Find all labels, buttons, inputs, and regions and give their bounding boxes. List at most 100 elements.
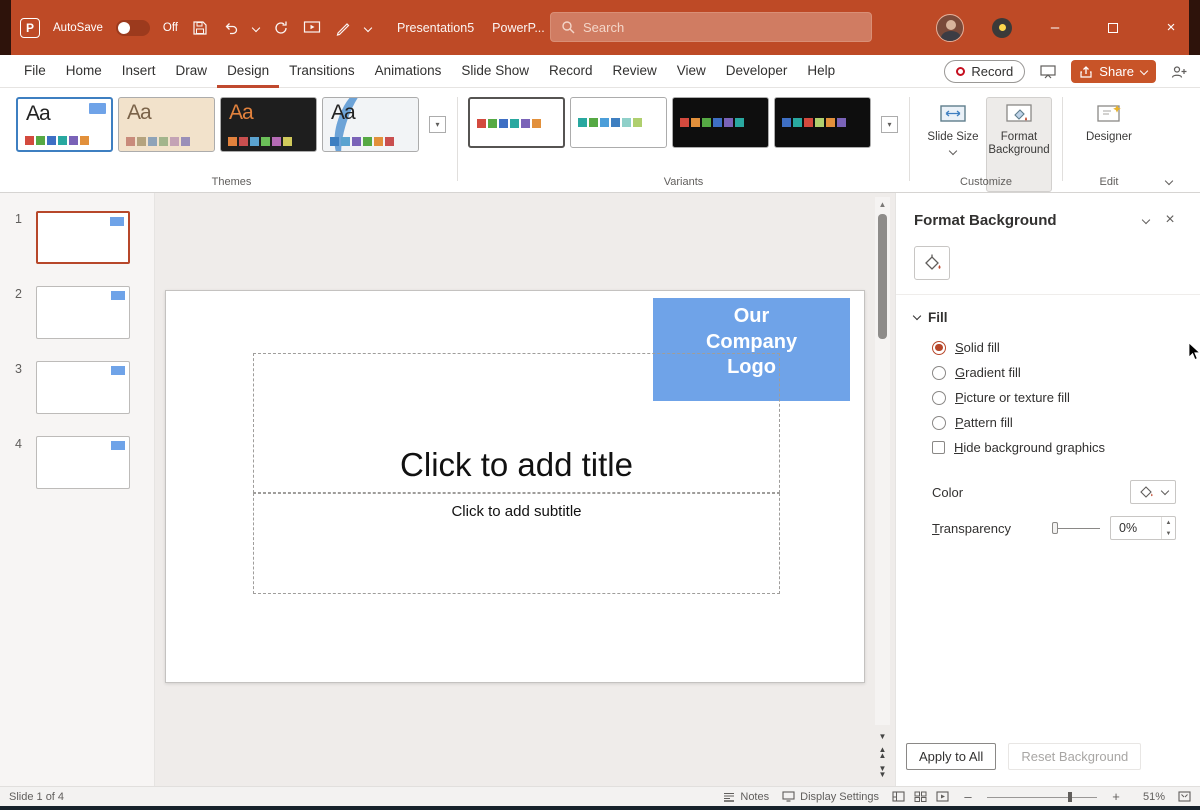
slide-thumbnail-3[interactable]: 3 <box>0 361 154 414</box>
record-button[interactable]: Record <box>944 60 1026 83</box>
tab-transitions[interactable]: Transitions <box>279 55 365 88</box>
share-button[interactable]: Share <box>1071 60 1156 83</box>
minimize-button[interactable]: – <box>1040 13 1070 43</box>
theme-card-4[interactable]: Aa <box>322 97 419 152</box>
tab-insert[interactable]: Insert <box>112 55 166 88</box>
slide-nav-buttons: ▼ ▲ ▲ ▼ ▼ <box>875 733 890 779</box>
variant-card-3[interactable] <box>672 97 769 148</box>
thumbnail-preview[interactable] <box>36 361 130 414</box>
slideshow-view-button[interactable] <box>936 791 949 802</box>
zoom-level[interactable]: 51% <box>1135 791 1165 803</box>
thumbnail-preview[interactable] <box>36 211 130 264</box>
variant-card-4[interactable] <box>774 97 871 148</box>
thumbnail-preview[interactable] <box>36 286 130 339</box>
collapse-ribbon-chevron-icon[interactable] <box>1164 176 1174 186</box>
radio-gradient-fill[interactable] <box>932 365 946 380</box>
user-avatar[interactable] <box>936 13 964 42</box>
previous-slide-button[interactable]: ▲ ▲ <box>879 746 887 760</box>
search-input[interactable] <box>583 19 861 35</box>
subtitle-placeholder-text: Click to add subtitle <box>451 503 582 520</box>
save-icon[interactable] <box>191 19 209 37</box>
tab-developer[interactable]: Developer <box>716 55 798 88</box>
slide-sorter-view-button[interactable] <box>914 791 927 802</box>
gradient-fill-option[interactable]: Gradient fill <box>932 360 1182 385</box>
tab-draw[interactable]: Draw <box>166 55 218 88</box>
title-placeholder[interactable]: Click to add title <box>253 353 780 493</box>
slide-thumbnail-4[interactable]: 4 <box>0 436 154 489</box>
hide-graphics-checkbox[interactable] <box>932 441 945 454</box>
scrollbar-thumb[interactable] <box>878 214 887 339</box>
zoom-slider[interactable] <box>987 791 1097 803</box>
slide-thumbnail-1[interactable]: 1 <box>0 211 154 264</box>
thumbnail-preview[interactable] <box>36 436 130 489</box>
pattern-fill-option[interactable]: Pattern fill <box>932 410 1182 435</box>
add-people-icon[interactable] <box>1168 61 1190 83</box>
next-slide-button[interactable]: ▼ ▼ <box>879 765 887 779</box>
zoom-in-button[interactable]: + <box>1110 789 1122 804</box>
tab-review[interactable]: Review <box>603 55 667 88</box>
vertical-scrollbar[interactable]: ▲ <box>875 197 890 725</box>
tab-view[interactable]: View <box>667 55 716 88</box>
tab-design[interactable]: Design <box>217 55 280 88</box>
tab-slide-show[interactable]: Slide Show <box>451 55 539 88</box>
redo-icon[interactable] <box>272 19 290 37</box>
notes-toggle[interactable]: Notes <box>723 791 769 803</box>
spin-up-icon[interactable]: ▲ <box>1162 517 1175 528</box>
undo-icon[interactable] <box>222 19 240 37</box>
coming-soon-lightbulb-icon[interactable] <box>992 17 1012 38</box>
themes-gallery-more-button[interactable]: ▾ <box>429 116 446 133</box>
tab-file[interactable]: File <box>14 55 56 88</box>
share-dropdown-chevron-icon[interactable] <box>1139 66 1149 75</box>
edit-group-label: Edit <box>1099 176 1119 188</box>
customize-group: Slide Size Format Background Customize <box>920 97 1052 192</box>
powerpoint-app-icon[interactable]: P <box>20 17 40 38</box>
autosave-toggle[interactable] <box>115 19 150 36</box>
variant-card-1[interactable] <box>468 97 565 148</box>
maximize-button[interactable] <box>1098 13 1128 43</box>
tab-record[interactable]: Record <box>539 55 603 88</box>
fit-slide-to-window-button[interactable] <box>1178 791 1191 802</box>
theme-card-3[interactable]: Aa <box>220 97 317 152</box>
solid-fill-option[interactable]: Solid fill <box>932 335 1182 360</box>
search-box[interactable] <box>550 12 872 42</box>
fill-section-header[interactable]: Fill <box>912 310 1182 325</box>
tab-animations[interactable]: Animations <box>365 55 452 88</box>
picture-texture-fill-option[interactable]: Picture or texture fill <box>932 385 1182 410</box>
pane-close-icon[interactable]: × <box>1158 208 1182 232</box>
tab-home[interactable]: Home <box>56 55 112 88</box>
slide-thumbnail-2[interactable]: 2 <box>0 286 154 339</box>
pen-icon[interactable] <box>334 19 352 37</box>
pane-options-chevron-icon[interactable] <box>1134 208 1158 232</box>
transparency-slider[interactable] <box>1052 522 1100 534</box>
variants-gallery-more-button[interactable]: ▾ <box>881 116 898 133</box>
radio-pattern-fill[interactable] <box>932 415 946 430</box>
slider-handle[interactable] <box>1052 522 1058 534</box>
tab-help[interactable]: Help <box>797 55 845 88</box>
hide-background-graphics-option[interactable]: Hide background graphics <box>932 435 1182 460</box>
slide-canvas[interactable]: Our Company Logo Click to add title Clic… <box>165 290 865 683</box>
radio-solid-fill[interactable] <box>932 340 946 355</box>
reset-background-button[interactable]: Reset Background <box>1008 743 1142 770</box>
scroll-down-arrow-icon[interactable]: ▼ <box>879 733 887 741</box>
color-picker-button[interactable] <box>1130 480 1176 504</box>
theme-card-office[interactable]: Aa <box>16 97 113 152</box>
variant-card-2[interactable] <box>570 97 667 148</box>
zoom-handle[interactable] <box>1068 791 1073 802</box>
scroll-up-arrow-icon[interactable]: ▲ <box>879 197 887 212</box>
undo-dropdown-chevron-icon[interactable] <box>251 23 261 32</box>
display-settings-button[interactable]: Display Settings <box>782 791 879 803</box>
subtitle-placeholder[interactable]: Click to add subtitle <box>253 493 780 594</box>
normal-view-button[interactable] <box>892 791 905 802</box>
quick-access-more-chevron-icon[interactable] <box>363 23 373 32</box>
spin-down-icon[interactable]: ▼ <box>1162 528 1175 539</box>
start-slideshow-icon[interactable] <box>303 19 321 37</box>
transparency-spinbox[interactable]: 0% ▲ ▼ <box>1110 516 1176 540</box>
fill-bucket-tab[interactable] <box>914 246 950 280</box>
zoom-out-button[interactable]: – <box>962 789 974 804</box>
slide-editor-area: Our Company Logo Click to add title Clic… <box>155 193 895 786</box>
radio-picture-fill[interactable] <box>932 390 946 405</box>
theme-card-2[interactable]: Aa <box>118 97 215 152</box>
apply-to-all-button[interactable]: Apply to All <box>906 743 997 770</box>
presenter-mode-icon[interactable] <box>1037 61 1059 83</box>
close-button[interactable]: × <box>1156 13 1186 43</box>
